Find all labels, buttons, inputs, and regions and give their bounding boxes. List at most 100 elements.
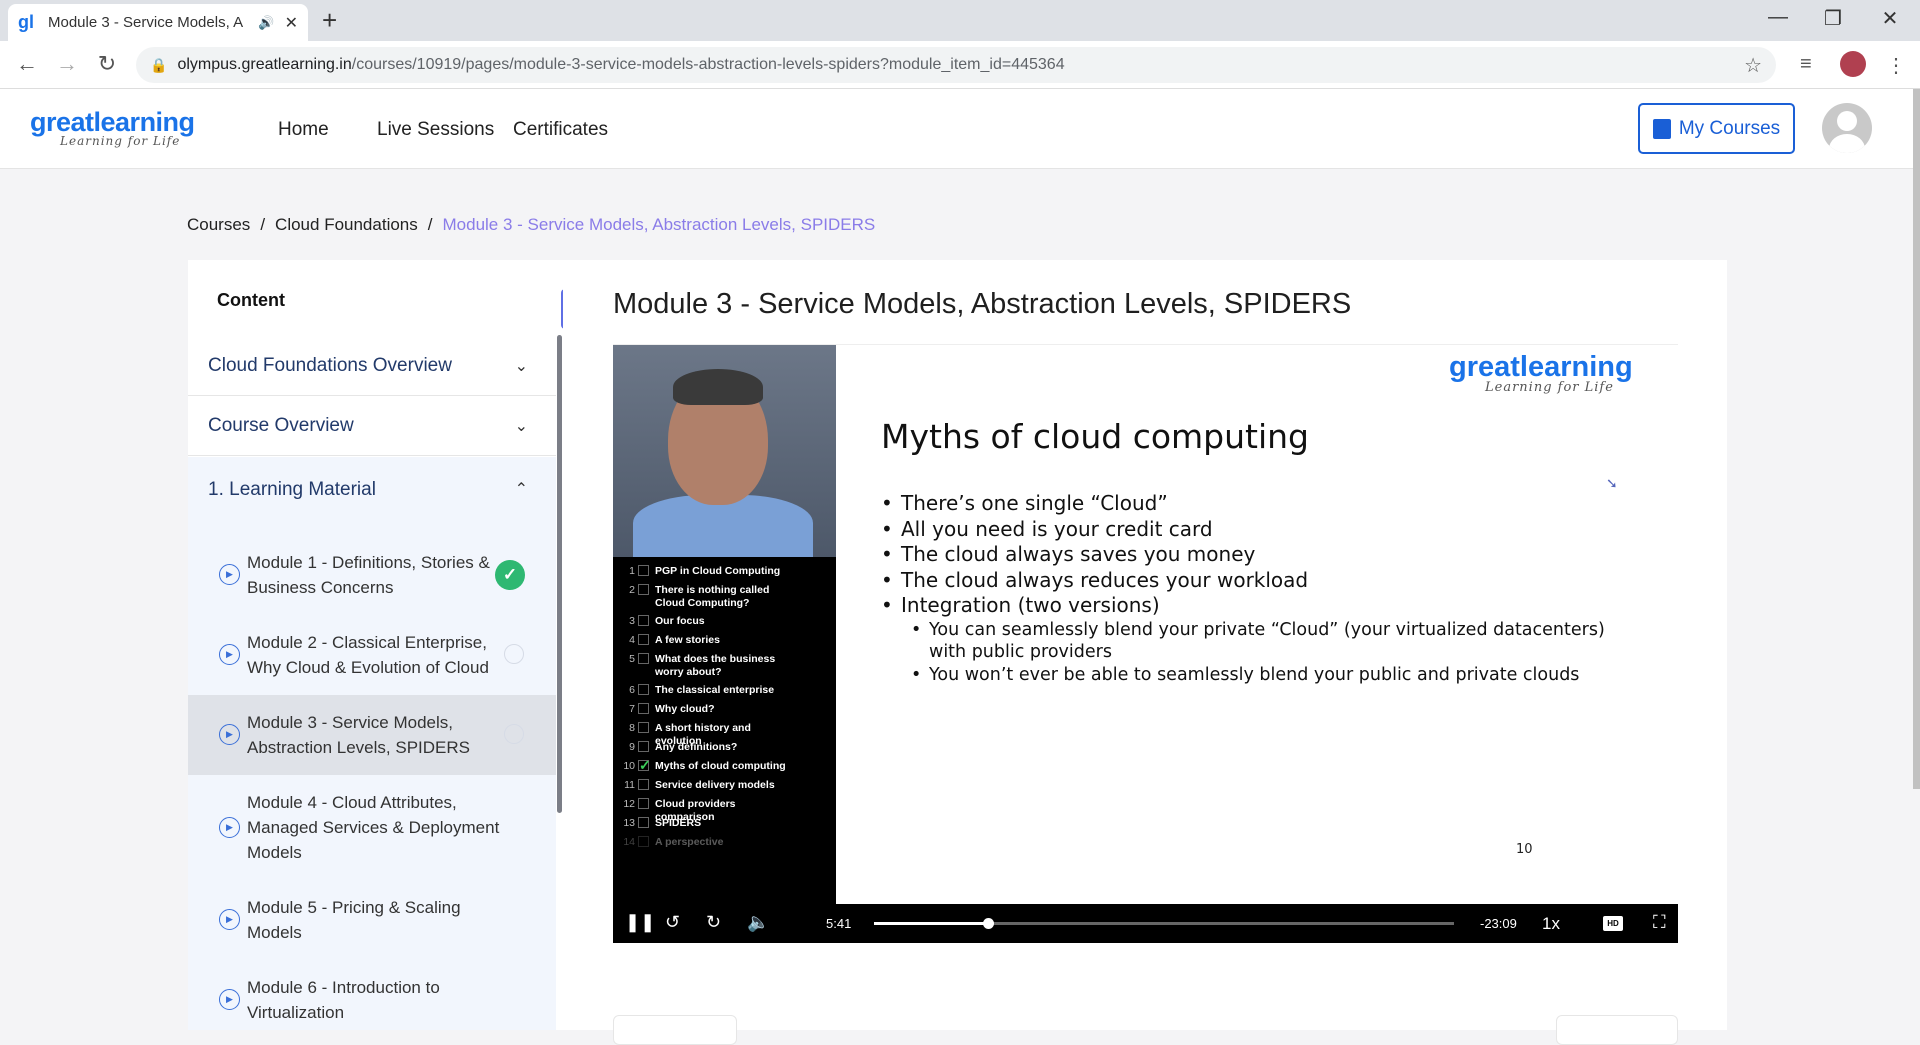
checkbox-icon <box>638 615 649 626</box>
section-course-overview[interactable]: Course Overview ⌄ <box>188 396 556 456</box>
breadcrumb-separator: / <box>260 215 266 234</box>
chapter-number: 10 <box>623 760 635 772</box>
completed-check-icon: ✓ <box>495 560 525 590</box>
slide-bullet: The cloud always reduces your workload <box>881 568 1641 594</box>
back-icon[interactable]: ← <box>12 51 42 77</box>
chapter-number: 5 <box>629 653 635 665</box>
chapter-item: 3 Our focus <box>621 615 795 628</box>
minimize-icon[interactable]: — <box>1758 6 1798 29</box>
tab-title: Module 3 - Service Models, A <box>48 14 244 31</box>
user-avatar[interactable] <box>1822 103 1872 153</box>
chapter-item: 10 ✓ Myths of cloud computing <box>621 757 795 773</box>
browser-toolbar: ← → ↻ 🔒 olympus.greatlearning.in/courses… <box>0 41 1920 89</box>
fullscreen-icon[interactable]: ⛶ <box>1653 912 1666 933</box>
module-item-3[interactable]: ▶ Module 3 - Service Models, Abstraction… <box>188 695 556 775</box>
chapter-title: A perspective <box>655 836 724 848</box>
slide-title: Myths of cloud computing <box>881 417 1310 456</box>
browser-menu-icon[interactable]: ⋮ <box>1886 53 1906 78</box>
chapter-title: SPIDERS <box>655 817 702 829</box>
module-label: Module 2 - Classical Enterprise, Why Clo… <box>247 633 489 677</box>
breadcrumb-cloud-foundations[interactable]: Cloud Foundations <box>275 215 418 234</box>
checkbox-icon <box>638 565 649 576</box>
slide-bullet: The cloud always saves you money <box>881 542 1641 568</box>
hd-quality-icon[interactable]: HD <box>1603 916 1623 931</box>
window-close-icon[interactable]: ✕ <box>1870 6 1910 31</box>
module-item-2[interactable]: ▶ Module 2 - Classical Enterprise, Why C… <box>188 615 556 695</box>
tab-close-icon[interactable]: ✕ <box>285 13 298 33</box>
page-scrollbar[interactable] <box>1913 89 1920 789</box>
module-item-5[interactable]: ▶ Module 5 - Pricing & Scaling Models <box>188 880 556 960</box>
nav-home[interactable]: Home <box>278 119 329 141</box>
chapter-title: The classical enterprise <box>655 684 775 696</box>
seek-bar-handle[interactable] <box>983 918 995 929</box>
volume-icon[interactable]: 🔈 <box>747 912 769 933</box>
checkbox-icon <box>638 741 649 752</box>
breadcrumb-courses[interactable]: Courses <box>187 215 250 234</box>
section-label: Course Overview <box>208 414 354 436</box>
slide-bullets: There’s one single “Cloud” All you need … <box>881 491 1641 686</box>
nav-live-sessions[interactable]: Live Sessions <box>377 119 494 141</box>
video-player[interactable]: 1 PGP in Cloud Computing 2 There is nothing… <box>613 344 1678 943</box>
checkbox-icon <box>638 722 649 733</box>
checkbox-icon <box>638 703 649 714</box>
remaining-time: -23:09 <box>1480 916 1517 931</box>
chapter-number: 7 <box>629 703 635 715</box>
greatlearning-logo[interactable]: greatlearning Learning for Life <box>30 107 195 148</box>
seek-bar-fill <box>874 922 989 925</box>
module-label: Module 5 - Pricing & Scaling Models <box>247 898 461 942</box>
chapter-number: 13 <box>623 817 635 829</box>
section-cloud-foundations-overview[interactable]: Cloud Foundations Overview ⌄ <box>188 336 556 396</box>
module-item-1[interactable]: ▶ Module 1 - Definitions, Stories & Busi… <box>188 535 556 615</box>
slide-greatlearning-logo: greatlearning Learning for Life <box>1449 351 1633 395</box>
chapter-number: 9 <box>629 741 635 753</box>
lock-icon: 🔒 <box>150 56 168 73</box>
restore-icon[interactable]: ❐ <box>1813 6 1853 31</box>
module-item-4[interactable]: ▶ Module 4 - Cloud Attributes, Managed S… <box>188 775 556 880</box>
media-queue-icon[interactable]: ≡ <box>1800 53 1812 76</box>
chapter-number: 12 <box>623 798 635 810</box>
chapter-title: Why cloud? <box>655 703 715 715</box>
my-courses-button[interactable]: My Courses <box>1638 103 1795 154</box>
next-card[interactable] <box>1556 1015 1678 1045</box>
pause-icon[interactable]: ❚❚ <box>625 912 655 933</box>
module-item-6[interactable]: ▶ Module 6 - Introduction to Virtualizat… <box>188 960 556 1030</box>
url-host: olympus.greatlearning.in <box>177 56 352 73</box>
forward-icon[interactable]: → <box>52 51 82 77</box>
audio-playing-icon[interactable]: 🔊 <box>258 15 274 31</box>
sidebar-scrollbar[interactable] <box>557 335 562 813</box>
checkbox-icon <box>638 836 649 847</box>
reload-icon[interactable]: ↻ <box>92 51 122 77</box>
learning-material-header[interactable]: 1. Learning Material <box>208 479 376 501</box>
nav-certificates[interactable]: Certificates <box>513 119 608 141</box>
avatar-body <box>1829 134 1865 153</box>
address-bar[interactable]: 🔒 olympus.greatlearning.in/courses/10919… <box>136 47 1776 83</box>
new-tab-icon[interactable]: + <box>322 7 337 33</box>
fast-forward-icon[interactable]: ↻ <box>706 912 721 933</box>
seek-bar[interactable] <box>874 918 1454 929</box>
chapter-item: 6 The classical enterprise <box>621 684 795 697</box>
page-title: Module 3 - Service Models, Abstraction L… <box>613 288 1352 320</box>
sidebar-heading: Content <box>217 290 285 310</box>
play-circle-icon: ▶ <box>219 644 240 665</box>
chapter-number: 14 <box>623 836 635 848</box>
previous-card[interactable] <box>613 1015 737 1045</box>
chapter-item: 7 Why cloud? <box>621 703 795 716</box>
chapter-title: There is nothing called Cloud Computing? <box>655 584 770 609</box>
rewind-icon[interactable]: ↺ <box>665 912 680 933</box>
chapter-item: 1 PGP in Cloud Computing <box>621 565 795 578</box>
module-label: Module 1 - Definitions, Stories & Busine… <box>247 553 490 597</box>
playback-speed-button[interactable]: 1x <box>1542 914 1560 934</box>
chapter-title: Our focus <box>655 615 705 627</box>
url-path: /courses/10919/pages/module-3-service-mo… <box>351 56 1065 73</box>
browser-profile-avatar[interactable] <box>1840 51 1866 77</box>
slide-bullet: There’s one single “Cloud” <box>881 491 1641 517</box>
checkbox-icon <box>638 817 649 828</box>
checkbox-icon: ✓ <box>638 757 651 773</box>
section-label: Cloud Foundations Overview <box>208 354 452 376</box>
bookmark-star-icon[interactable]: ☆ <box>1744 53 1762 78</box>
chevron-up-icon[interactable]: ⌃ <box>515 479 528 499</box>
module-label: Module 6 - Introduction to Virtualizatio… <box>247 978 440 1022</box>
browser-tab[interactable]: gl Module 3 - Service Models, A 🔊 ✕ <box>8 4 308 41</box>
video-chapter-list: 1 PGP in Cloud Computing 2 There is nothing… <box>613 557 836 943</box>
chapter-item: 5 What does the business worry about? <box>621 653 795 679</box>
